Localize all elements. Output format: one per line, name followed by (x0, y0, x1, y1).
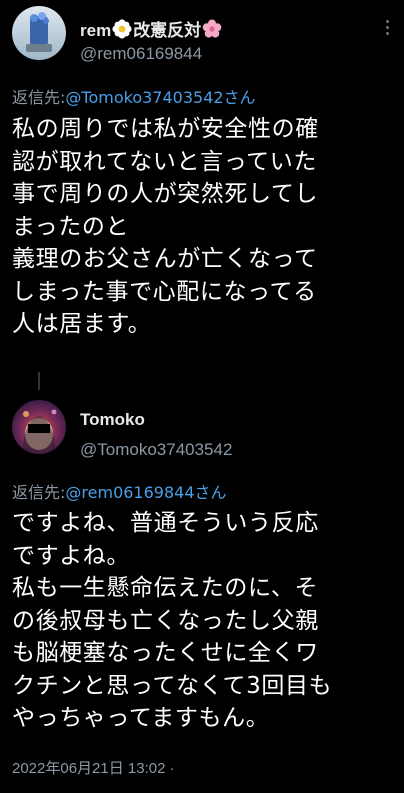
tweet-text: ですよね、普通そういう反応 ですよね。 私も一生懸命伝えたのに、そ の後叔母も亡… (12, 510, 333, 731)
display-name[interactable]: rem 改憲反対 (80, 16, 222, 44)
mention-link[interactable]: @Tomoko37403542さん (65, 88, 255, 107)
tweet-rem[interactable]: rem 改憲反対 @rem06169844 返信先:@Tomoko3740354… (0, 0, 404, 380)
avatar-image (12, 400, 66, 454)
more-options-icon[interactable] (386, 20, 390, 35)
avatar[interactable] (12, 6, 66, 60)
replying-prefix: 返信先: (12, 88, 66, 107)
tweet-text: 私の周りでは私が安全性の確 認が取れてないと言っていた 事で周りの人が突然死して… (12, 116, 319, 337)
pink-blossom-icon (202, 19, 222, 44)
handle[interactable]: @rem06169844 (80, 44, 202, 64)
thread-line (38, 372, 40, 390)
mention-link[interactable]: @rem06169844さん (65, 483, 226, 502)
display-name-text: rem (80, 21, 112, 40)
handle[interactable]: @Tomoko37403542 (80, 440, 232, 460)
timestamp[interactable]: 2022年06月21日 13:02 · (12, 757, 175, 778)
display-name[interactable]: Tomoko (80, 410, 145, 430)
tweet-tomoko[interactable]: Tomoko @Tomoko37403542 返信先:@rem06169844さ… (0, 390, 404, 793)
avatar[interactable] (12, 400, 66, 454)
avatar-image (12, 6, 66, 60)
replying-to: 返信先:@rem06169844さん (12, 479, 227, 503)
white-flower-icon (112, 19, 132, 44)
display-name-suffix: 改憲反対 (133, 21, 202, 40)
replying-to: 返信先:@Tomoko37403542さん (12, 84, 256, 108)
replying-prefix: 返信先: (12, 483, 66, 502)
